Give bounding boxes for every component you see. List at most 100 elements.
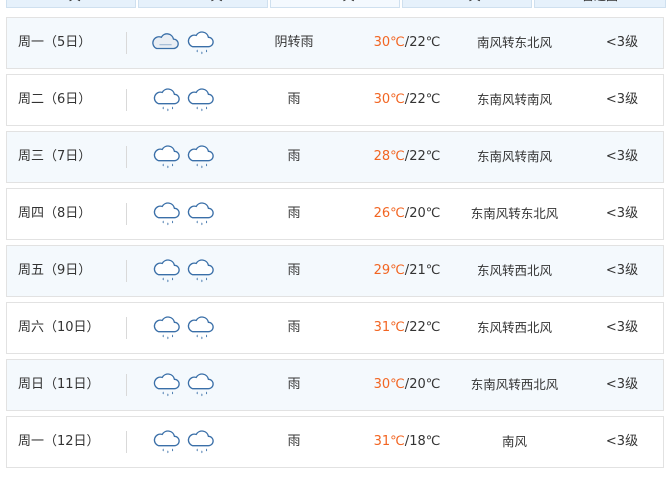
cloudy-icon — [152, 33, 179, 50]
temperature: 29℃/21℃ — [357, 246, 457, 296]
weather-description: 雨 — [287, 206, 301, 221]
high-temp: 31℃ — [373, 320, 405, 335]
tab-7-day[interactable]: 7天 — [6, 0, 136, 8]
weather-icons — [151, 255, 219, 287]
high-temp: 30℃ — [373, 35, 405, 50]
temperature: 31℃/22℃ — [357, 303, 457, 353]
divider — [126, 260, 127, 282]
rain-icon — [187, 373, 214, 397]
wind-direction: 东南风转西北风 — [470, 377, 559, 392]
temperature: 30℃/22℃ — [357, 75, 457, 125]
weather-icons — [151, 198, 219, 230]
wind-direction: 南风 — [501, 434, 527, 449]
wind-level: <3级 — [605, 263, 639, 278]
forecast-row: 周二（6日） 雨 30℃/22℃ 东南风转南风 <3级 — [6, 74, 664, 126]
temperature: 26℃/20℃ — [357, 189, 457, 239]
rain-icon — [187, 145, 214, 169]
weather-icons — [151, 369, 219, 401]
low-temp: 22℃ — [409, 149, 441, 164]
wind-level: <3级 — [605, 92, 639, 107]
rain-icon — [187, 259, 214, 283]
rain-icon — [187, 31, 214, 55]
high-temp: 28℃ — [373, 149, 405, 164]
weather-description: 雨 — [287, 434, 301, 449]
forecast-row: 周一（12日） 雨 31℃/18℃ 南风 <3级 — [6, 416, 664, 468]
day-label: 周二（6日） — [18, 92, 92, 107]
wind-level: <3级 — [605, 320, 639, 335]
forecast-tabs: 7天 8-15天 8-15天 40天 雷达图 — [6, 0, 666, 8]
forecast-row: 周三（7日） 雨 28℃/22℃ 东南风转南风 <3级 — [6, 131, 664, 183]
weather-description: 阴转雨 — [274, 35, 314, 50]
forecast-row: 周六（10日） 雨 31℃/22℃ 东风转西北风 <3级 — [6, 302, 664, 354]
day-label: 周三（7日） — [18, 149, 92, 164]
low-temp: 21℃ — [409, 263, 441, 278]
rain-icon — [153, 373, 180, 397]
weather-icons — [151, 141, 219, 173]
wind-direction: 东风转西北风 — [476, 263, 552, 278]
divider — [126, 374, 127, 396]
rain-icon — [153, 202, 180, 226]
forecast-row: 周四（8日） 雨 26℃/20℃ 东南风转东北风 <3级 — [6, 188, 664, 240]
day-label: 周六（10日） — [18, 320, 100, 335]
low-temp: 22℃ — [409, 92, 441, 107]
day-label: 周一（5日） — [18, 35, 92, 50]
wind-direction: 东南风转东北风 — [470, 206, 559, 221]
divider — [126, 146, 127, 168]
high-temp: 30℃ — [373, 92, 405, 107]
tab-radar[interactable]: 雷达图 — [534, 0, 666, 8]
temperature: 30℃/22℃ — [357, 18, 457, 68]
rain-icon — [187, 202, 214, 226]
wind-level: <3级 — [605, 206, 639, 221]
low-temp: 18℃ — [409, 434, 441, 449]
weather-description: 雨 — [287, 92, 301, 107]
wind-level: <3级 — [605, 434, 639, 449]
tab-8-15-day[interactable]: 8-15天 — [138, 0, 268, 8]
rain-icon — [187, 316, 214, 340]
divider — [126, 203, 127, 225]
forecast-row: 周一（5日） 阴转雨 30℃/22℃ 南风转东北风 <3级 — [6, 17, 664, 69]
high-temp: 31℃ — [373, 434, 405, 449]
low-temp: 20℃ — [409, 377, 441, 392]
high-temp: 26℃ — [373, 206, 405, 221]
tab-8-15-day-active[interactable]: 8-15天 — [270, 0, 400, 8]
weather-description: 雨 — [287, 377, 301, 392]
wind-level: <3级 — [605, 377, 639, 392]
wind-direction: 东南风转南风 — [476, 149, 552, 164]
forecast-row: 周五（9日） 雨 29℃/21℃ 东风转西北风 <3级 — [6, 245, 664, 297]
divider — [126, 32, 127, 54]
forecast-list: 周一（5日） 阴转雨 30℃/22℃ 南风转东北风 <3级 周二（6日）雨 30℃/22℃ 东… — [6, 17, 664, 473]
wind-direction: 南风转东北风 — [476, 35, 552, 50]
rain-icon — [153, 145, 180, 169]
temperature: 30℃/20℃ — [357, 360, 457, 410]
forecast-row: 周日（11日） 雨 30℃/20℃ 东南风转西北风 <3级 — [6, 359, 664, 411]
wind-direction: 东风转西北风 — [476, 320, 552, 335]
day-label: 周四（8日） — [18, 206, 92, 221]
high-temp: 30℃ — [373, 377, 405, 392]
wind-level: <3级 — [605, 149, 639, 164]
wind-direction: 东南风转南风 — [476, 92, 552, 107]
weather-icons — [151, 426, 219, 458]
wind-level: <3级 — [605, 35, 639, 50]
weather-description: 雨 — [287, 320, 301, 335]
tab-40-day[interactable]: 40天 — [402, 0, 532, 8]
day-label: 周一（12日） — [18, 434, 100, 449]
low-temp: 22℃ — [409, 35, 441, 50]
divider — [126, 317, 127, 339]
temperature: 31℃/18℃ — [357, 417, 457, 467]
rain-icon — [187, 88, 214, 112]
rain-icon — [187, 430, 214, 454]
high-temp: 29℃ — [373, 263, 405, 278]
weather-icons — [151, 27, 219, 59]
divider — [126, 89, 127, 111]
low-temp: 20℃ — [409, 206, 441, 221]
rain-icon — [153, 88, 180, 112]
divider — [126, 431, 127, 453]
rain-icon — [153, 259, 180, 283]
rain-icon — [153, 430, 180, 454]
low-temp: 22℃ — [409, 320, 441, 335]
weather-icons — [151, 84, 219, 116]
weather-description: 雨 — [287, 149, 301, 164]
day-label: 周日（11日） — [18, 377, 100, 392]
day-label: 周五（9日） — [18, 263, 92, 278]
weather-icons — [151, 312, 219, 344]
